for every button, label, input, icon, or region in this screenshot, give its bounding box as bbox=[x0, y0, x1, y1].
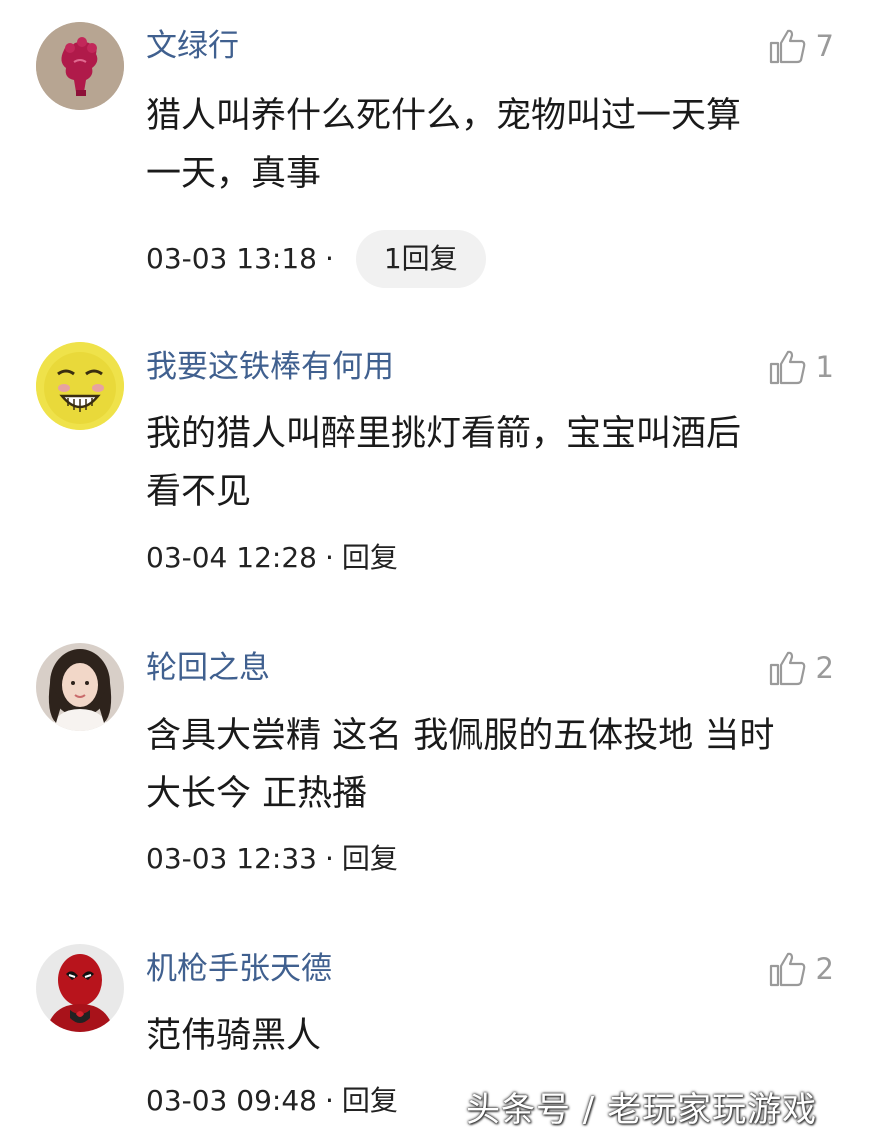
thumbs-up-icon bbox=[768, 648, 808, 688]
reply-count-button[interactable]: 1回复 bbox=[355, 230, 486, 288]
avatar[interactable] bbox=[36, 944, 124, 1032]
comment-line: 猎人叫养什么死什么，宠物叫过一天算 bbox=[146, 96, 742, 136]
separator: · bbox=[324, 842, 334, 875]
separator: · bbox=[324, 242, 334, 275]
comment-line: 范伟骑黑人 bbox=[146, 1016, 322, 1056]
username[interactable]: 我要这铁棒有何用 bbox=[146, 347, 394, 387]
reply-button[interactable]: 回复 bbox=[342, 839, 398, 879]
timestamp: 03-03 09:48 bbox=[146, 1084, 317, 1117]
like-count: 2 bbox=[815, 651, 834, 685]
username[interactable]: 轮回之息 bbox=[146, 648, 270, 688]
avatar[interactable] bbox=[36, 342, 124, 430]
comment-line: 大长今 正热播 bbox=[146, 774, 368, 814]
reply-button[interactable]: 回复 bbox=[342, 538, 398, 578]
like-button[interactable]: 2 bbox=[768, 947, 834, 991]
username[interactable]: 机枪手张天德 bbox=[146, 949, 332, 989]
timestamp: 03-04 12:28 bbox=[146, 541, 317, 574]
comment-text: 范伟骑黑人 bbox=[146, 1007, 836, 1065]
avatar[interactable] bbox=[36, 643, 124, 731]
thumbs-up-icon bbox=[768, 26, 808, 66]
comment-text: 猎人叫养什么死什么，宠物叫过一天算 一天，真事 bbox=[146, 87, 836, 203]
like-count: 2 bbox=[815, 952, 834, 986]
thumbs-up-icon bbox=[768, 949, 808, 989]
comment-text: 含具大尝精 这名 我佩服的五体投地 当时 大长今 正热播 bbox=[146, 707, 836, 823]
separator: · bbox=[324, 1084, 334, 1117]
timestamp: 03-03 12:33 bbox=[146, 842, 317, 875]
username[interactable]: 文绿行 bbox=[146, 26, 239, 66]
thumbs-up-icon bbox=[768, 347, 808, 387]
comment-meta: 03-03 09:48 · 回复 bbox=[146, 1081, 398, 1121]
comment-line: 看不见 bbox=[146, 472, 252, 512]
comment-list: 文绿行 7 猎人叫养什么死什么，宠物叫过一天算 一天，真事 03-03 13:1… bbox=[0, 0, 870, 1144]
separator: · bbox=[324, 541, 334, 574]
timestamp: 03-03 13:18 bbox=[146, 242, 317, 275]
like-count: 1 bbox=[815, 350, 834, 384]
comment-line: 含具大尝精 这名 我佩服的五体投地 当时 bbox=[146, 716, 775, 756]
watermark: 头条号 / 老玩家玩游戏 bbox=[466, 1090, 818, 1130]
comment-text: 我的猎人叫醉里挑灯看箭，宝宝叫酒后 看不见 bbox=[146, 405, 836, 521]
like-button[interactable]: 7 bbox=[768, 24, 834, 68]
like-button[interactable]: 1 bbox=[768, 345, 834, 389]
avatar[interactable] bbox=[36, 22, 124, 110]
comment-meta: 03-03 12:33 · 回复 bbox=[146, 839, 398, 879]
comment-line: 一天，真事 bbox=[146, 154, 322, 194]
reply-button[interactable]: 回复 bbox=[342, 1081, 398, 1121]
like-button[interactable]: 2 bbox=[768, 646, 834, 690]
comment-meta: 03-04 12:28 · 回复 bbox=[146, 538, 398, 578]
comment-meta: 03-03 13:18 · 1回复 bbox=[146, 230, 486, 288]
comment-line: 我的猎人叫醉里挑灯看箭，宝宝叫酒后 bbox=[146, 414, 742, 454]
like-count: 7 bbox=[815, 29, 834, 63]
